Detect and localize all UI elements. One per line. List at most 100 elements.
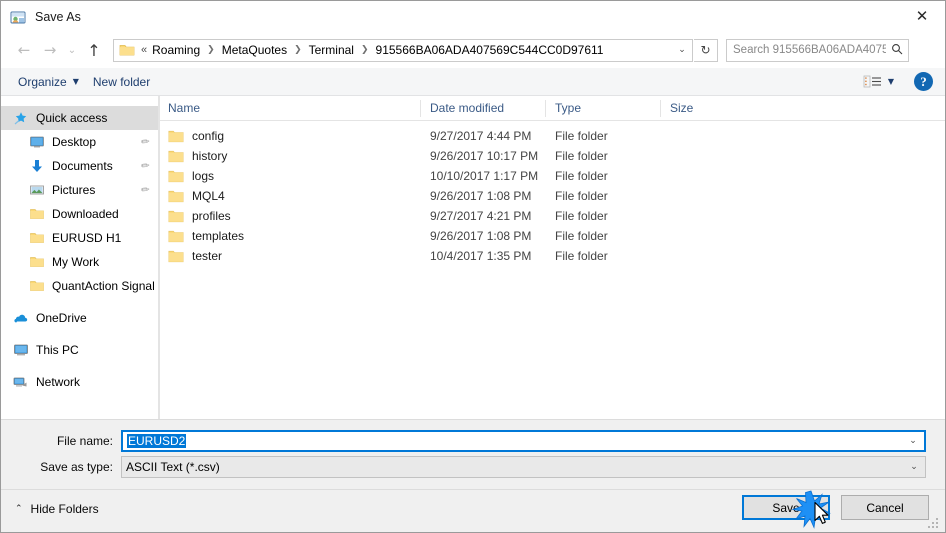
breadcrumb-separator-icon[interactable]: ❯ (356, 45, 374, 55)
sidebar-item-desktop[interactable]: Desktop ✐ (1, 130, 158, 154)
file-name-value: EURUSD2 (123, 434, 902, 448)
table-row[interactable]: MQL4 9/26/2017 1:08 PM File folder (159, 186, 945, 206)
help-button[interactable]: ? (914, 72, 933, 91)
breadcrumb-overflow[interactable]: « (139, 44, 150, 56)
onedrive-icon (13, 310, 29, 326)
sidebar-item-label: This PC (36, 343, 79, 357)
sidebar-item-downloaded[interactable]: Downloaded (1, 202, 158, 226)
sidebar-item-onedrive[interactable]: OneDrive (1, 306, 158, 330)
file-name-label: File name: (56, 434, 113, 448)
forward-icon[interactable]: → (37, 37, 63, 63)
file-name-text: templates (192, 229, 245, 243)
folder-icon (168, 250, 184, 263)
file-name-cell: profiles (159, 209, 421, 223)
table-row[interactable]: config 9/27/2017 4:44 PM File folder (159, 126, 945, 146)
folder-icon (119, 43, 135, 57)
sidebar-item-label: Pictures (52, 183, 96, 197)
breadcrumb-item-metaquotes[interactable]: MetaQuotes (220, 43, 289, 57)
documents-icon (29, 158, 45, 174)
table-row[interactable]: history 9/26/2017 10:17 PM File folder (159, 146, 945, 166)
navigation-pane: Quick access Desktop ✐ Documents ✐ Pictu… (1, 96, 159, 419)
hide-folders-button[interactable]: ⌃ Hide Folders (15, 502, 99, 516)
sort-ascending-icon: ⌃ (298, 96, 306, 103)
table-row[interactable]: logs 10/10/2017 1:17 PM File folder (159, 166, 945, 186)
file-rows: config 9/27/2017 4:44 PM File folder his… (159, 121, 945, 266)
chevron-down-icon[interactable]: ⌄ (903, 462, 925, 472)
search-icon[interactable] (886, 43, 908, 58)
network-icon (13, 374, 29, 390)
pane-splitter[interactable] (159, 96, 160, 419)
file-name-text: history (192, 149, 228, 163)
organize-button[interactable]: Organize ▼ (11, 68, 86, 95)
breadcrumb-separator-icon[interactable]: ❯ (289, 45, 307, 55)
sidebar-item-label: OneDrive (36, 311, 87, 325)
table-row[interactable]: tester 10/4/2017 1:35 PM File folder (159, 246, 945, 266)
file-name-text: config (192, 129, 225, 143)
folder-icon (168, 230, 184, 243)
pin-icon[interactable]: ✐ (137, 135, 150, 149)
chevron-down-icon[interactable]: ⌄ (672, 45, 692, 55)
file-name-text: tester (192, 249, 223, 263)
table-row[interactable]: profiles 9/27/2017 4:21 PM File folder (159, 206, 945, 226)
file-date-cell: 9/26/2017 10:17 PM (430, 149, 539, 163)
breadcrumb-separator-icon[interactable]: ❯ (202, 45, 220, 55)
organize-label: Organize (18, 74, 67, 89)
file-type-cell: File folder (555, 129, 608, 143)
file-type-cell: File folder (555, 189, 608, 203)
refresh-icon[interactable]: ↻ (694, 38, 718, 62)
title-bar: Save As ✕ (1, 1, 945, 32)
breadcrumb-item-terminal[interactable]: Terminal (307, 43, 356, 57)
sidebar-item-quick-access[interactable]: Quick access (1, 106, 158, 130)
folder-icon (168, 170, 184, 183)
file-list-pane: ⌃ Name Date modified Type Size config 9/… (159, 96, 945, 419)
back-icon[interactable]: ← (11, 37, 37, 63)
file-date-cell: 9/26/2017 1:08 PM (430, 189, 532, 203)
recent-locations-icon[interactable]: ⌄ (63, 37, 81, 63)
file-name-input[interactable]: EURUSD2 ⌄ (121, 430, 926, 452)
cancel-button[interactable]: Cancel (841, 495, 929, 520)
file-name-selected-text: EURUSD2 (127, 434, 187, 448)
file-name-cell: history (159, 149, 421, 163)
sidebar-item-label: Desktop (52, 135, 97, 149)
chevron-down-icon[interactable]: ⌄ (902, 436, 924, 446)
file-name-text: MQL4 (192, 189, 225, 203)
file-name-cell: config (159, 129, 421, 143)
file-date-cell: 9/27/2017 4:44 PM (430, 129, 532, 143)
view-options-icon[interactable] (863, 74, 883, 90)
sidebar-item-my-work[interactable]: My Work (1, 250, 158, 274)
sidebar-item-network[interactable]: Network (1, 370, 158, 394)
sidebar-item-pictures[interactable]: Pictures ✐ (1, 178, 158, 202)
column-header-type[interactable]: Type (546, 99, 661, 117)
folder-icon (168, 130, 184, 143)
address-bar[interactable]: « Roaming ❯ MetaQuotes ❯ Terminal ❯ 9155… (113, 38, 693, 62)
file-name-cell: MQL4 (159, 189, 421, 203)
sidebar-item-documents[interactable]: Documents ✐ (1, 154, 158, 178)
file-name-cell: logs (159, 169, 421, 183)
up-icon[interactable]: ↑ (81, 37, 107, 63)
sidebar-item-eurusd-h1[interactable]: EURUSD H1 (1, 226, 158, 250)
save-button[interactable]: Save (742, 495, 830, 520)
save-as-type-select[interactable]: ASCII Text (*.csv) ⌄ (121, 456, 926, 478)
sidebar-item-quantaction-signal[interactable]: QuantAction Signal (1, 274, 158, 298)
pin-icon[interactable]: ✐ (137, 183, 150, 197)
save-as-type-label: Save as type: (40, 460, 113, 474)
column-header-row: ⌃ Name Date modified Type Size (159, 96, 945, 121)
sidebar-item-label: Documents (52, 159, 113, 173)
breadcrumb-item-terminal-id[interactable]: 915566BA06ADA407569C544CC0D97611 (374, 43, 606, 57)
folder-icon (29, 206, 45, 222)
search-input[interactable]: Search 915566BA06ADA40756... (726, 38, 909, 62)
close-icon[interactable]: ✕ (899, 1, 945, 32)
sidebar-item-this-pc[interactable]: This PC (1, 338, 158, 362)
chevron-down-icon[interactable]: ▼ (888, 77, 894, 86)
chevron-down-icon: ▼ (72, 77, 79, 86)
breadcrumb-item-roaming[interactable]: Roaming (150, 43, 202, 57)
column-header-date-modified[interactable]: Date modified (421, 99, 546, 117)
pin-icon[interactable]: ✐ (137, 159, 150, 173)
new-folder-button[interactable]: New folder (86, 68, 157, 95)
folder-icon (168, 210, 184, 223)
column-header-name[interactable]: Name (159, 99, 421, 117)
sidebar-item-label: Quick access (36, 111, 108, 125)
table-row[interactable]: templates 9/26/2017 1:08 PM File folder (159, 226, 945, 246)
column-header-size[interactable]: Size (661, 100, 743, 117)
resize-grip[interactable] (928, 518, 940, 530)
